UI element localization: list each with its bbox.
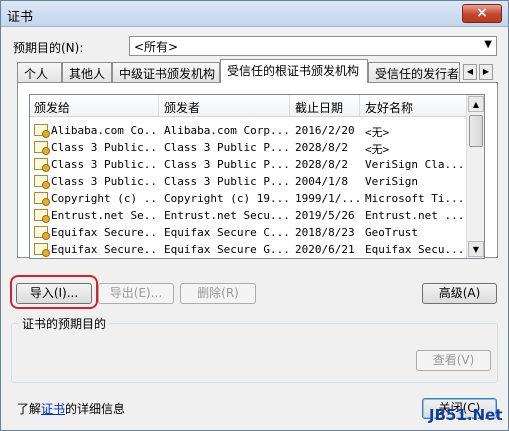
table-row[interactable]: Entrust.net Se... Entrust.net Secu... 20… [30, 207, 467, 224]
certificate-icon [34, 141, 50, 155]
column-expiration-date[interactable]: 截止日期 [295, 99, 343, 116]
column-friendly-name[interactable]: 友好名称 [365, 99, 413, 116]
tab-personal[interactable]: 个人 [17, 62, 62, 82]
cell-friendly-name: VeriSign Cla... [365, 158, 465, 171]
cell-issued-by: Alibaba.com Corp... [164, 124, 288, 137]
cell-issued-by: Copyright (c) 19... [164, 192, 288, 205]
cell-expires: 2004/1/8 [295, 175, 348, 188]
column-issued-to[interactable]: 颁发给 [34, 99, 70, 116]
chevron-down-icon: ▼ [484, 39, 492, 50]
close-window-button[interactable]: × [462, 4, 502, 23]
learn-more-suffix: 的详细信息 [65, 402, 126, 416]
cell-friendly-name: GeoTrust [365, 226, 418, 239]
list-header: 颁发给 颁发者 截止日期 友好名称 [30, 95, 467, 117]
tab-panel: 颁发给 颁发者 截止日期 友好名称 Alibaba.com Co... Alib… [17, 82, 498, 259]
intended-purpose-label: 预期目的(N): [13, 41, 84, 55]
intended-purpose-value: <所有> [134, 40, 179, 54]
table-row[interactable]: Alibaba.com Co... Alibaba.com Corp... 20… [30, 122, 467, 139]
cell-issued-to: Copyright (c) ... [51, 192, 156, 205]
tab-scroll-left-icon[interactable]: ◀ [463, 64, 477, 80]
cell-friendly-name: <无> [365, 126, 390, 139]
tab-other-people[interactable]: 其他人 [62, 62, 112, 82]
certificate-icon [34, 192, 50, 206]
cell-issued-by: Class 3 Public P... [164, 141, 288, 154]
certificates-dialog: 证书 × 预期目的(N): <所有> ▼ 个人 其他人 中级证书颁发机构 受信任… [0, 0, 509, 431]
cell-issued-to: Entrust.net Se... [51, 209, 156, 222]
watermark: JB51.Net [429, 406, 503, 424]
cell-issued-by: Equifax Secure G... [164, 243, 288, 256]
cell-friendly-name: Equifax Secu... [365, 243, 465, 256]
table-row[interactable]: Equifax Secure... Equifax Secure G... 20… [30, 241, 467, 258]
certificate-purposes-label: 证书的预期目的 [19, 315, 110, 332]
cell-issued-by: Class 3 Public P... [164, 158, 288, 171]
scroll-up-icon[interactable]: ▲ [468, 96, 484, 112]
cell-issued-by: Entrust.net Secu... [164, 209, 288, 222]
certificate-icon [34, 243, 50, 257]
table-row[interactable]: Class 3 Public... Class 3 Public P... 20… [30, 173, 467, 190]
intended-purpose-select[interactable]: <所有> ▼ [129, 36, 497, 56]
window-title: 证书 [7, 10, 34, 25]
certificate-icon [34, 226, 50, 240]
cell-issued-by: Equifax Secure C... [164, 226, 288, 239]
cell-expires: 2020/6/21 [295, 243, 355, 256]
cell-friendly-name: Microsoft Ti... [365, 192, 465, 205]
export-button[interactable]: 导出(E)... [98, 283, 174, 304]
scroll-thumb[interactable] [469, 115, 483, 147]
cell-issued-to: Class 3 Public... [51, 175, 156, 188]
cell-expires: 2028/8/2 [295, 141, 348, 154]
certificate-icon [34, 209, 50, 223]
column-issued-by[interactable]: 颁发者 [164, 99, 200, 116]
remove-button[interactable]: 删除(R) [180, 283, 256, 304]
learn-more-text: 了解证书的详细信息 [17, 400, 125, 417]
import-button[interactable]: 导入(I)... [16, 283, 92, 304]
cell-issued-to: Equifax Secure... [51, 226, 156, 239]
tab-scroll-right-icon[interactable]: ▶ [479, 64, 493, 80]
scroll-down-icon[interactable]: ▼ [468, 241, 484, 257]
certificate-icon [34, 175, 50, 189]
certificate-list[interactable]: 颁发给 颁发者 截止日期 友好名称 Alibaba.com Co... Alib… [29, 94, 485, 259]
table-row[interactable]: Equifax Secure... Equifax Secure C... 20… [30, 224, 467, 241]
cell-expires: 2016/2/20 [295, 124, 355, 137]
cell-expires: 1999/1/... [295, 192, 359, 205]
cell-issued-to: Class 3 Public... [51, 158, 156, 171]
tab-trusted-root-ca[interactable]: 受信任的根证书颁发机构 [220, 59, 368, 83]
tab-intermediate-ca[interactable]: 中级证书颁发机构 [112, 62, 220, 82]
cell-friendly-name: Entrust.net ... [365, 209, 465, 222]
advanced-button[interactable]: 高级(A) [422, 283, 497, 304]
tab-trusted-publishers[interactable]: 受信任的发行者 [368, 62, 460, 82]
certificate-icon [34, 124, 50, 138]
view-button[interactable]: 查看(V) [416, 350, 491, 371]
cell-issued-by: Class 3 Public P... [164, 175, 288, 188]
cell-friendly-name: VeriSign [365, 175, 418, 188]
certificates-link[interactable]: 证书 [41, 402, 65, 416]
cell-expires: 2018/8/23 [295, 226, 355, 239]
title-bar: 证书 × [1, 1, 508, 27]
learn-more-prefix: 了解 [17, 402, 42, 416]
table-row[interactable]: Copyright (c) ... Copyright (c) 19... 19… [30, 190, 467, 207]
cell-issued-to: Equifax Secure... [51, 243, 156, 256]
cell-issued-to: Class 3 Public... [51, 141, 156, 154]
certificate-icon [34, 158, 50, 172]
table-row[interactable]: Class 3 Public... Class 3 Public P... 20… [30, 139, 467, 156]
cell-expires: 2019/5/26 [295, 209, 355, 222]
cell-friendly-name: <无> [365, 143, 390, 156]
cell-issued-to: Alibaba.com Co... [51, 124, 156, 137]
list-scrollbar[interactable]: ▲ ▼ [466, 95, 484, 258]
table-row[interactable]: Class 3 Public... Class 3 Public P... 20… [30, 156, 467, 173]
cell-expires: 2028/8/2 [295, 158, 348, 171]
